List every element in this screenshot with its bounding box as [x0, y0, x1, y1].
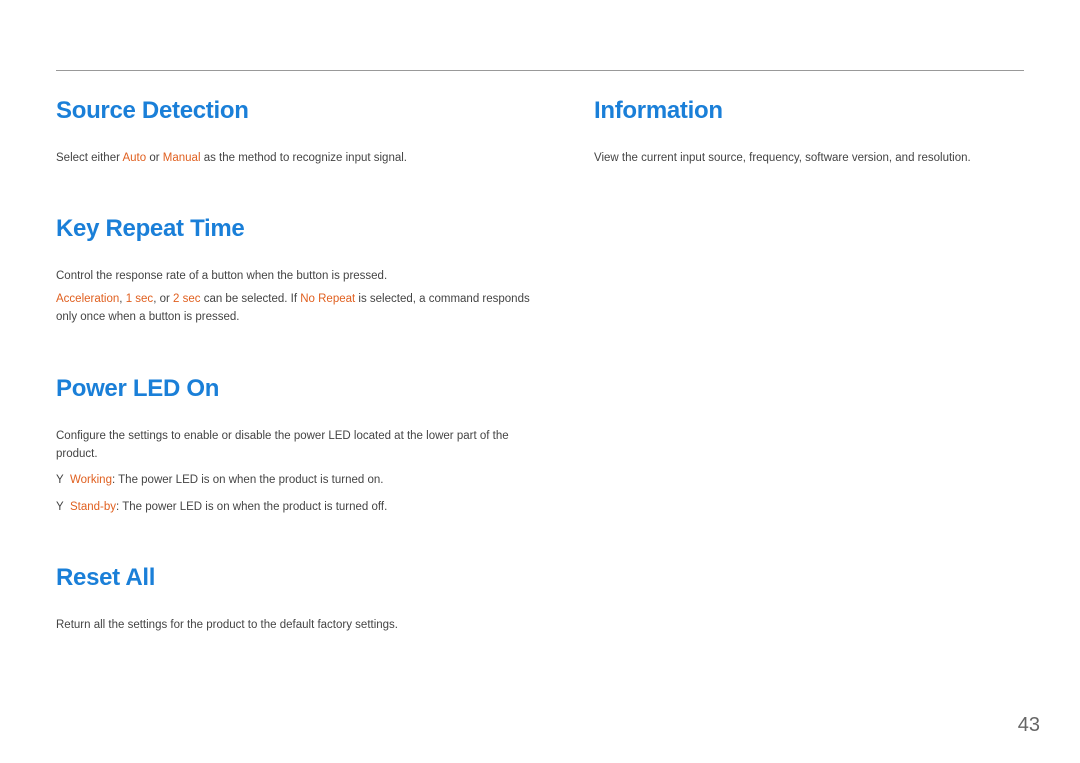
- body-reset-all: Return all the settings for the product …: [56, 616, 546, 634]
- highlight-standby: Stand-by: [70, 501, 116, 513]
- top-divider: [56, 70, 1024, 71]
- highlight-norepeat: No Repeat: [300, 293, 355, 305]
- columns-wrapper: Source Detection Select either Auto or M…: [56, 97, 1024, 683]
- body-source-detection: Select either Auto or Manual as the meth…: [56, 149, 546, 167]
- body-key-repeat-1: Control the response rate of a button wh…: [56, 267, 546, 285]
- section-key-repeat: Key Repeat Time Control the response rat…: [56, 215, 546, 326]
- highlight-2sec: 2 sec: [173, 293, 201, 305]
- heading-key-repeat: Key Repeat Time: [56, 215, 546, 243]
- bullet-working: Working: The power LED is on when the pr…: [56, 471, 546, 489]
- bullet-standby: Stand-by: The power LED is on when the p…: [56, 498, 546, 516]
- highlight-working: Working: [70, 474, 112, 486]
- text: can be selected. If: [201, 293, 301, 305]
- text: , or: [153, 293, 173, 305]
- text: Select either: [56, 152, 122, 164]
- section-reset-all: Reset All Return all the settings for th…: [56, 564, 546, 634]
- section-information: Information View the current input sourc…: [594, 97, 1024, 167]
- highlight-manual: Manual: [163, 152, 201, 164]
- heading-power-led: Power LED On: [56, 375, 546, 403]
- heading-information: Information: [594, 97, 1024, 125]
- section-power-led: Power LED On Configure the settings to e…: [56, 375, 546, 517]
- highlight-1sec: 1 sec: [126, 293, 154, 305]
- right-column: Information View the current input sourc…: [594, 97, 1024, 683]
- page-number: 43: [1018, 714, 1040, 737]
- text: or: [146, 152, 163, 164]
- section-source-detection: Source Detection Select either Auto or M…: [56, 97, 546, 167]
- highlight-auto: Auto: [122, 152, 146, 164]
- left-column: Source Detection Select either Auto or M…: [56, 97, 546, 683]
- text: as the method to recognize input signal.: [201, 152, 408, 164]
- highlight-acceleration: Acceleration: [56, 293, 119, 305]
- body-information: View the current input source, frequency…: [594, 149, 1024, 167]
- text: : The power LED is on when the product i…: [116, 501, 387, 513]
- body-key-repeat-2: Acceleration, 1 sec, or 2 sec can be sel…: [56, 290, 546, 327]
- text: : The power LED is on when the product i…: [112, 474, 383, 486]
- heading-source-detection: Source Detection: [56, 97, 546, 125]
- heading-reset-all: Reset All: [56, 564, 546, 592]
- body-power-led: Configure the settings to enable or disa…: [56, 427, 546, 464]
